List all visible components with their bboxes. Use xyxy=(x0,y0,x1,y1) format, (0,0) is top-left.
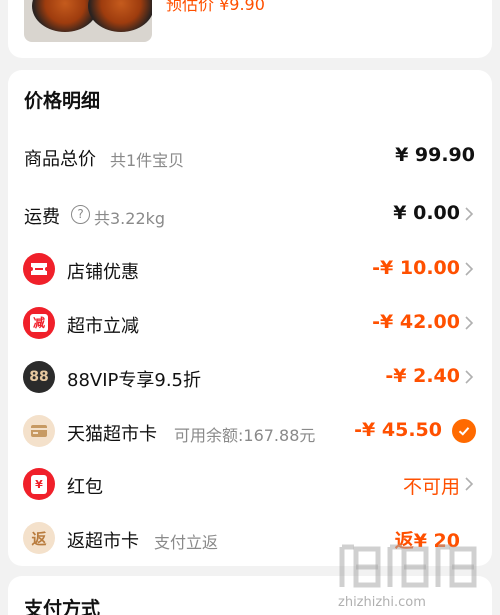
chevron-right-icon xyxy=(460,475,478,493)
chevron-right-icon xyxy=(460,205,478,223)
market-discount-value: -¥ 42.00 xyxy=(372,311,460,333)
item-count: 共1件宝贝 xyxy=(110,151,185,170)
reduce-badge-icon: 减 xyxy=(23,307,55,339)
subtotal-label: 商品总价 xyxy=(24,149,96,170)
store-discount-label: 店铺优惠 xyxy=(67,262,139,283)
product-card[interactable]: 预估价 ¥9.90 xyxy=(8,0,492,58)
cashback-icon: 返 xyxy=(23,522,55,554)
help-icon[interactable]: ? xyxy=(71,205,90,224)
vip-discount-value: -¥ 2.40 xyxy=(385,365,460,387)
subtotal-row: 商品总价 共1件宝贝 ¥ 99.90 xyxy=(8,136,492,176)
market-card-value: -¥ 45.50 xyxy=(354,419,442,441)
card-balance: 可用余额:167.88元 xyxy=(174,426,316,445)
card-icon xyxy=(23,415,55,447)
cashback-note: 支付立返 xyxy=(154,533,219,552)
chevron-right-icon xyxy=(460,260,478,278)
product-image-plate xyxy=(88,0,152,32)
red-packet-status: 不可用 xyxy=(402,476,460,498)
payment-title: 支付方式 xyxy=(24,598,101,615)
store-discount-row[interactable]: 店铺优惠 -¥ 10.00 xyxy=(8,249,492,289)
market-discount-row[interactable]: 减 超市立减 -¥ 42.00 xyxy=(8,303,492,343)
red-packet-label: 红包 xyxy=(67,477,103,498)
subtotal-value: ¥ 99.90 xyxy=(395,144,475,166)
store-discount-value: -¥ 10.00 xyxy=(372,257,460,279)
ticket-icon xyxy=(23,253,55,285)
shipping-row[interactable]: 运费 ? 共3.22kg ¥ 0.00 xyxy=(8,194,492,234)
market-card-row[interactable]: 天猫超市卡 可用余额:167.88元 -¥ 45.50 xyxy=(8,411,492,451)
red-packet-icon: ¥ xyxy=(23,468,55,500)
vip-discount-row[interactable]: 88 88VIP专享9.5折 -¥ 2.40 xyxy=(8,357,492,397)
estimated-price: 预估价 ¥9.90 xyxy=(166,0,265,14)
vip-discount-label: 88VIP专享9.5折 xyxy=(67,370,202,391)
section-title: 价格明细 xyxy=(24,90,101,112)
cashback-label: 返超市卡 xyxy=(67,531,139,552)
market-discount-label: 超市立减 xyxy=(67,316,139,337)
vip-88-icon: 88 xyxy=(23,361,55,393)
market-card-label: 天猫超市卡 xyxy=(67,424,157,445)
red-packet-row[interactable]: ¥ 红包 不可用 xyxy=(8,464,492,504)
cashback-row[interactable]: 返 返超市卡 支付立返 返¥ 20 xyxy=(8,518,492,558)
shipping-value: ¥ 0.00 xyxy=(393,202,460,224)
chevron-right-icon xyxy=(460,314,478,332)
price-detail-card: 价格明细 商品总价 共1件宝贝 ¥ 99.90 运费 ? 共3.22kg ¥ 0… xyxy=(8,70,492,566)
product-thumbnail[interactable] xyxy=(24,0,152,42)
shipping-weight: 共3.22kg xyxy=(94,209,166,228)
shipping-label: 运费 xyxy=(24,207,60,228)
payment-card[interactable]: 支付方式 xyxy=(8,576,492,615)
checkmark-icon[interactable] xyxy=(452,419,476,443)
cashback-value: 返¥ 20 xyxy=(394,530,460,552)
chevron-right-icon xyxy=(460,368,478,386)
